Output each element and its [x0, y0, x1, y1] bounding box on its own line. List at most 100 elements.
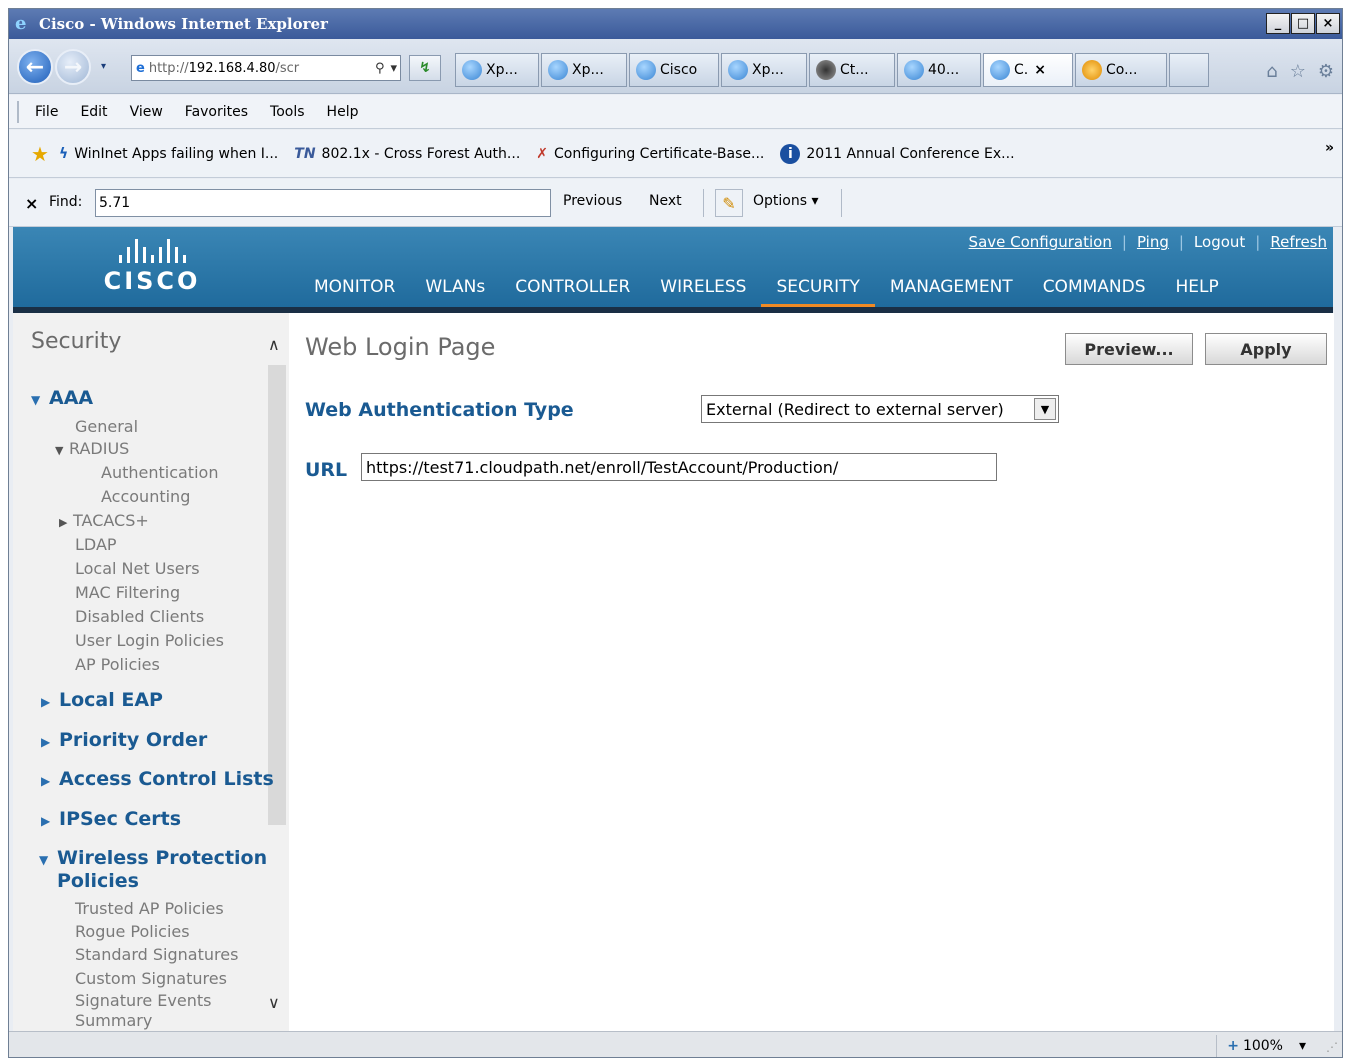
- apply-button[interactable]: Apply: [1205, 333, 1327, 365]
- menu-edit[interactable]: Edit: [80, 104, 107, 120]
- tab-active[interactable]: C. ×: [983, 53, 1073, 87]
- address-prefix: http://: [148, 60, 189, 76]
- favorite-label: Configuring Certificate-Base...: [554, 145, 765, 162]
- zoom-control[interactable]: + 100% ▾: [1216, 1035, 1306, 1057]
- ping-link[interactable]: Ping: [1137, 233, 1169, 251]
- sidebar-item-trusted-ap-policies[interactable]: Trusted AP Policies: [75, 899, 224, 918]
- tab-xp-3[interactable]: Xp...: [721, 53, 807, 87]
- tab-label: Ct...: [840, 62, 869, 78]
- save-configuration-link[interactable]: Save Configuration: [969, 233, 1112, 251]
- tab-xp-2[interactable]: Xp...: [541, 53, 627, 87]
- sidebar-item-disabled-clients[interactable]: Disabled Clients: [75, 607, 204, 626]
- refresh-button[interactable]: ↯: [409, 55, 441, 81]
- address-bar[interactable]: e http://192.168.4.80/scr ⚲ ▾: [131, 55, 401, 81]
- chevron-down-icon[interactable]: ▼: [1034, 398, 1056, 420]
- menu-wireless[interactable]: WIRELESS: [645, 277, 761, 309]
- history-dropdown-icon[interactable]: ▾: [101, 61, 106, 72]
- close-button[interactable]: ×: [1316, 13, 1340, 34]
- menu-security[interactable]: SECURITY: [761, 277, 875, 309]
- tab-close-icon[interactable]: ×: [1034, 62, 1046, 78]
- selected-value: External (Redirect to external server): [706, 399, 1004, 419]
- gear-icon[interactable]: ⚙: [1318, 61, 1334, 82]
- sidebar-item-rogue-policies[interactable]: Rogue Policies: [75, 922, 190, 941]
- add-favorite-icon[interactable]: ★: [31, 142, 49, 166]
- web-auth-type-select[interactable]: External (Redirect to external server) ▼: [701, 395, 1059, 423]
- menu-management[interactable]: MANAGEMENT: [875, 277, 1028, 309]
- chevron-down-icon[interactable]: ∨: [268, 993, 280, 1012]
- menu-view[interactable]: View: [130, 104, 163, 120]
- minimize-button[interactable]: _: [1266, 13, 1290, 34]
- sidebar-item-wireless-protection[interactable]: ▼ Wireless Protection: [39, 847, 267, 869]
- divider: |: [1178, 233, 1184, 251]
- sidebar-item-access-control-lists[interactable]: ▶ Access Control Lists: [41, 768, 274, 790]
- search-icon[interactable]: ⚲: [372, 61, 388, 76]
- sidebar-item-mac-filtering[interactable]: MAC Filtering: [75, 583, 180, 602]
- favorites-star-icon[interactable]: ☆: [1290, 61, 1306, 82]
- logout-link[interactable]: Logout: [1194, 233, 1245, 251]
- sidebar-item-ldap[interactable]: LDAP: [75, 535, 117, 554]
- zoom-dropdown-icon[interactable]: ▾: [1299, 1038, 1306, 1054]
- sidebar-item-tacacs[interactable]: ▶ TACACS+: [59, 511, 149, 530]
- new-tab-button[interactable]: [1169, 53, 1209, 87]
- expanded-arrow-icon: ▼: [55, 444, 64, 457]
- menu-monitor[interactable]: MONITOR: [299, 277, 410, 309]
- resize-grip-icon[interactable]: ⋰: [1326, 1040, 1338, 1054]
- refresh-link[interactable]: Refresh: [1270, 233, 1327, 251]
- find-input[interactable]: [95, 189, 551, 217]
- chevron-up-icon[interactable]: ∧: [268, 335, 280, 354]
- favorite-8021x[interactable]: TN 802.1x - Cross Forest Auth...: [294, 146, 520, 162]
- favorites-more-icon[interactable]: »: [1325, 140, 1334, 156]
- menu-tools[interactable]: Tools: [270, 104, 305, 120]
- sidebar-item-accounting[interactable]: Accounting: [101, 487, 190, 506]
- sidebar-item-local-eap[interactable]: ▶ Local EAP: [41, 689, 163, 711]
- sidebar-item-signature-events[interactable]: Signature Events: [75, 991, 211, 1010]
- sidebar-item-custom-signatures[interactable]: Custom Signatures: [75, 969, 227, 988]
- favorite-certificate[interactable]: ✗ Configuring Certificate-Base...: [536, 146, 764, 162]
- tab-co[interactable]: Co...: [1075, 53, 1167, 87]
- menu-help[interactable]: HELP: [1161, 277, 1234, 309]
- menu-help[interactable]: Help: [327, 104, 359, 120]
- find-previous-button[interactable]: Previous: [563, 193, 622, 209]
- navigation-bar: ← → ▾ e http://192.168.4.80/scr ⚲ ▾ ↯ Xp…: [9, 39, 1342, 94]
- tab-xp-1[interactable]: Xp...: [455, 53, 539, 87]
- sidebar-item-aaa[interactable]: ▼ AAA: [31, 387, 93, 409]
- menu-favorites[interactable]: Favorites: [185, 104, 248, 120]
- sidebar-item-standard-signatures[interactable]: Standard Signatures: [75, 945, 238, 964]
- ie-logo-icon: e: [15, 13, 27, 34]
- vlc-tab-icon: [1082, 60, 1102, 80]
- find-next-button[interactable]: Next: [649, 193, 682, 209]
- favorite-conference[interactable]: i 2011 Annual Conference Ex...: [780, 143, 1015, 164]
- back-button[interactable]: ←: [17, 49, 53, 85]
- menu-wlans[interactable]: WLANs: [410, 277, 500, 309]
- sidebar-item-general[interactable]: General: [75, 417, 138, 436]
- sidebar-item-authentication[interactable]: Authentication: [101, 463, 218, 482]
- find-options-button[interactable]: Options ▾: [753, 193, 819, 209]
- favorite-wininet[interactable]: ϟ WinInet Apps failing when I...: [59, 146, 278, 162]
- sidebar-item-local-net-users[interactable]: Local Net Users: [75, 559, 200, 578]
- sidebar-item-user-login-policies[interactable]: User Login Policies: [75, 631, 224, 650]
- sidebar-item-radius[interactable]: ▼ RADIUS: [55, 439, 129, 458]
- menu-file[interactable]: File: [35, 104, 58, 120]
- home-icon[interactable]: ⌂: [1266, 61, 1277, 82]
- tab-ct[interactable]: Ct...: [809, 53, 895, 87]
- menu-commands[interactable]: COMMANDS: [1028, 277, 1161, 309]
- tab-40[interactable]: 40...: [897, 53, 981, 87]
- maximize-button[interactable]: □: [1291, 13, 1315, 34]
- sidebar-item-priority-order[interactable]: ▶ Priority Order: [41, 729, 207, 751]
- address-dropdown-icon[interactable]: ▾: [387, 61, 400, 76]
- forward-button[interactable]: →: [55, 49, 91, 85]
- sidebar-scrollbar[interactable]: [268, 365, 286, 825]
- collapsed-arrow-icon: ▶: [41, 814, 51, 828]
- cisco-brand: CISCO: [103, 267, 201, 295]
- preview-button[interactable]: Preview...: [1065, 333, 1193, 365]
- sidebar-item-wireless-protection-cont[interactable]: Policies: [57, 870, 139, 892]
- highlight-pen-icon[interactable]: ✎: [715, 189, 743, 217]
- sidebar-item-ipsec-certs[interactable]: ▶ IPSec Certs: [41, 808, 181, 830]
- find-close-icon[interactable]: ×: [25, 194, 38, 213]
- sidebar-item-ap-policies[interactable]: AP Policies: [75, 655, 160, 674]
- sidebar-item-summary[interactable]: Summary: [75, 1011, 152, 1030]
- menu-controller[interactable]: CONTROLLER: [500, 277, 645, 309]
- url-input[interactable]: [361, 453, 997, 481]
- web-auth-type-label: Web Authentication Type: [305, 399, 574, 421]
- tab-cisco[interactable]: Cisco: [629, 53, 719, 87]
